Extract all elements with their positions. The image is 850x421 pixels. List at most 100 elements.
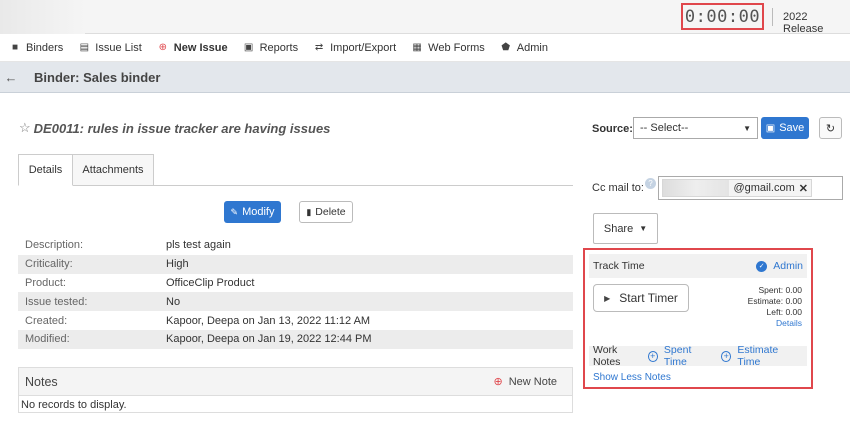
binder-header: ← Binder: Sales binder — [0, 62, 850, 93]
nav-reports[interactable]: ▣ Reports — [243, 41, 299, 54]
share-label: Share — [603, 222, 634, 235]
detail-label: Criticality: — [25, 258, 73, 271]
nav-web-forms[interactable]: ▦ Web Forms — [412, 41, 485, 54]
track-time-panel: Track Time ✓ Admin ▶ Start Timer Spent: … — [583, 248, 813, 389]
left-value: Left: 0.00 — [766, 307, 802, 317]
form-icon: ▦ — [412, 42, 422, 53]
details-link[interactable]: Details — [748, 318, 802, 329]
chart-icon: ▣ — [243, 42, 254, 53]
detail-row: Criticality: High — [18, 254, 573, 274]
spent-value: Spent: 0.00 — [758, 285, 802, 295]
nav-label: New Issue — [173, 41, 228, 54]
list-icon: ▤ — [79, 42, 90, 53]
detail-row: Modified: Kapoor, Deepa on Jan 19, 2022 … — [18, 329, 573, 349]
new-note-label: New Note — [508, 375, 557, 388]
divider — [772, 8, 773, 26]
nav-label: Import/Export — [330, 41, 397, 54]
save-button[interactable]: ▣ Save — [761, 117, 809, 139]
detail-label: Description: — [25, 239, 84, 252]
plus-circle-icon: ⊕ — [158, 42, 167, 53]
star-icon[interactable]: ☆ — [19, 120, 31, 136]
detail-label: Modified: — [25, 333, 70, 346]
shield-icon: ⬟ — [501, 42, 511, 53]
estimate-value: Estimate: 0.00 — [747, 296, 802, 306]
notes-title: Notes — [25, 374, 58, 389]
logo — [0, 0, 85, 34]
plus-circle-icon: ⊕ — [493, 376, 503, 388]
back-arrow-icon[interactable]: ← — [0, 70, 22, 85]
nav-label: Reports — [259, 41, 299, 54]
plus-circle-icon: + — [647, 350, 658, 362]
issue-details: Description: pls test again Criticality:… — [18, 236, 573, 349]
nav-new-issue[interactable]: ⊕ New Issue — [158, 42, 228, 54]
cc-label: Cc mail to: — [592, 182, 644, 194]
nav-admin[interactable]: ⬟ Admin — [501, 42, 548, 54]
caret-down-icon: ▼ — [743, 123, 751, 133]
track-time-header: Track Time ✓ Admin — [589, 254, 807, 278]
notes-header: Notes ⊕ New Note — [19, 368, 572, 396]
modify-button[interactable]: ✎ Modify — [224, 201, 281, 223]
main-nav: ■ Binders ▤ Issue List ⊕ New Issue ▣ Rep… — [0, 34, 850, 62]
redacted-text — [663, 180, 730, 196]
nav-import-export[interactable]: ⇄ Import/Export — [314, 42, 396, 54]
nav-label: Binders — [26, 41, 64, 54]
top-bar: 0:00:00 2022 Release — [0, 0, 850, 35]
detail-row: Issue tested: No — [18, 292, 573, 312]
start-timer-button[interactable]: ▶ Start Timer — [593, 284, 689, 312]
plus-circle-icon: + — [721, 350, 732, 362]
nav-issue-list[interactable]: ▤ Issue List — [79, 41, 142, 54]
detail-row: Created: Kapoor, Deepa on Jan 13, 2022 1… — [18, 311, 573, 330]
nav-label: Web Forms — [428, 41, 485, 54]
show-less-notes-link[interactable]: Show Less Notes — [593, 372, 671, 383]
notes-panel: Notes ⊕ New Note No records to display. — [18, 367, 573, 413]
spent-time-link[interactable]: Spent Time — [664, 344, 713, 368]
refresh-button[interactable]: ↻ — [819, 117, 842, 139]
timer-text: 0:00:00 — [684, 6, 761, 27]
tab-details[interactable]: Details — [18, 154, 73, 186]
timer-display[interactable]: 0:00:00 — [681, 3, 764, 30]
check-badge-icon: ✓ — [756, 260, 768, 272]
arrows-icon: ⇄ — [314, 42, 324, 53]
nav-label: Admin — [516, 41, 548, 54]
track-time-title: Track Time — [593, 260, 645, 272]
detail-value: High — [166, 258, 189, 271]
modify-label: Modify — [242, 206, 275, 218]
page-title: Binder: Sales binder — [34, 69, 161, 85]
detail-label: Product: — [25, 276, 66, 289]
info-icon[interactable]: ? — [645, 178, 656, 189]
share-button[interactable]: Share ▼ — [593, 213, 658, 244]
nav-label: Issue List — [95, 41, 142, 54]
admin-label: Admin — [773, 260, 803, 272]
work-notes-bar: Work Notes + Spent Time + Estimate Time — [589, 344, 807, 368]
time-stats: Spent: 0.00 Estimate: 0.00 Left: 0.00 De… — [748, 285, 802, 329]
delete-button[interactable]: ▮ Delete — [299, 201, 353, 223]
email-domain: @gmail.com — [733, 182, 795, 194]
source-label: Source: — [592, 123, 633, 135]
pencil-icon: ✎ — [230, 206, 239, 217]
detail-value: Kapoor, Deepa on Jan 13, 2022 11:12 AM — [166, 314, 371, 327]
detail-value: pls test again — [166, 239, 231, 252]
issue-title: ☆ DE0011: rules in issue tracker are hav… — [19, 120, 330, 136]
detail-row: Description: pls test again — [18, 236, 573, 255]
issue-title-text: DE0011: rules in issue tracker are havin… — [33, 120, 331, 136]
close-icon[interactable]: ✕ — [799, 182, 808, 195]
briefcase-icon: ■ — [11, 42, 19, 53]
work-notes-label: Work Notes — [593, 344, 621, 368]
empty-message: No records to display. — [21, 399, 127, 411]
tab-attachments[interactable]: Attachments — [73, 154, 154, 186]
new-note-button[interactable]: ⊕ New Note — [493, 375, 557, 389]
start-timer-label: Start Timer — [619, 291, 678, 305]
detail-value: OfficeClip Product — [166, 276, 255, 289]
floppy-icon: ▣ — [765, 122, 776, 134]
nav-binders[interactable]: ■ Binders — [10, 42, 63, 54]
detail-label: Issue tested: — [25, 295, 88, 308]
trash-icon: ▮ — [306, 206, 312, 217]
estimate-time-link[interactable]: Estimate Time — [737, 344, 799, 368]
source-select[interactable]: -- Select-- ▼ — [633, 117, 758, 139]
detail-label: Created: — [25, 314, 68, 327]
cc-email-field[interactable]: @gmail.com ✕ — [658, 176, 843, 200]
detail-row: Product: OfficeClip Product — [18, 274, 573, 293]
detail-value: Kapoor, Deepa on Jan 19, 2022 12:44 PM — [166, 333, 372, 346]
admin-link[interactable]: ✓ Admin — [756, 260, 803, 272]
email-chip: @gmail.com ✕ — [662, 179, 812, 197]
